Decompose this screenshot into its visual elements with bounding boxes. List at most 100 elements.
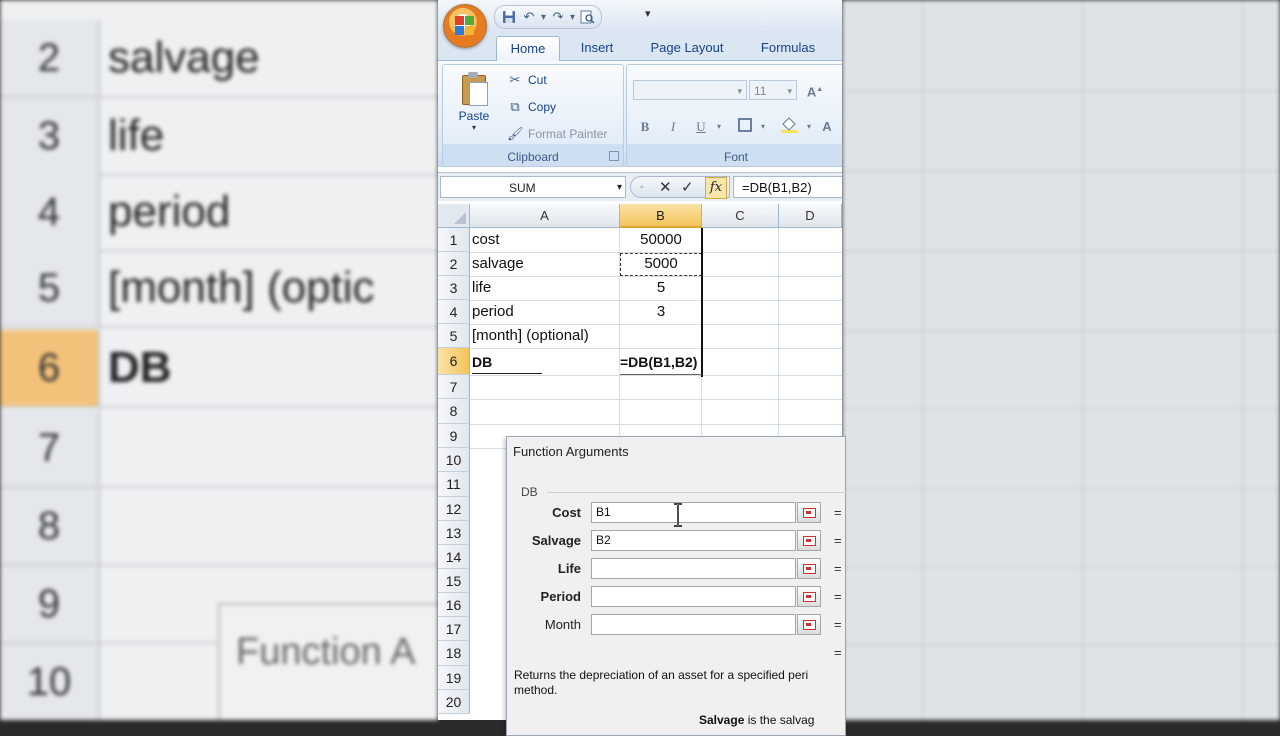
cell-a4[interactable]: period bbox=[472, 303, 514, 320]
bg-row: 4 period bbox=[0, 174, 438, 252]
clipboard-dialog-launcher-icon[interactable] bbox=[609, 151, 619, 161]
cut-button[interactable]: ✂ Cut bbox=[507, 71, 547, 89]
chevron-down-icon[interactable]: ▾ bbox=[617, 182, 622, 193]
month-input[interactable] bbox=[591, 614, 796, 635]
argument-help: Salvage is the salvag bbox=[699, 713, 815, 727]
collapse-dialog-icon[interactable] bbox=[797, 502, 821, 523]
cell-b3[interactable]: 5 bbox=[620, 279, 702, 296]
row-header-20[interactable]: 20 bbox=[438, 690, 470, 714]
column-header-a[interactable]: A bbox=[470, 204, 620, 228]
cost-input[interactable]: B1 bbox=[591, 502, 796, 523]
redo-icon[interactable]: ↷ bbox=[550, 9, 566, 25]
print-preview-icon[interactable] bbox=[579, 9, 595, 25]
tab-home[interactable]: Home bbox=[496, 36, 560, 61]
column-header-b[interactable]: B bbox=[620, 204, 702, 228]
row-header-18[interactable]: 18 bbox=[438, 641, 470, 666]
row-header-7[interactable]: 7 bbox=[438, 375, 470, 399]
cell-b6-active[interactable]: =DB(B1,B2) bbox=[620, 354, 697, 370]
font-color-icon[interactable]: A bbox=[817, 117, 837, 137]
title-bar: ↶ ▾ ↷ ▾ ▾ bbox=[438, 0, 842, 33]
tab-insert[interactable]: Insert bbox=[566, 36, 628, 60]
office-logo-icon bbox=[455, 16, 475, 36]
cell-a1[interactable]: cost bbox=[472, 231, 500, 248]
bold-button[interactable]: B bbox=[635, 117, 655, 137]
font-name-combo[interactable]: ▾ bbox=[633, 80, 747, 100]
bg-dialog: Function A bbox=[218, 603, 438, 720]
row-header-5[interactable]: 5 bbox=[438, 324, 470, 348]
row-header-19[interactable]: 19 bbox=[438, 666, 470, 690]
cell-a2[interactable]: salvage bbox=[472, 255, 524, 272]
row-header-11[interactable]: 11 bbox=[438, 472, 470, 497]
bg-row-selected: 6 DB bbox=[0, 330, 438, 408]
fill-color-icon[interactable] bbox=[779, 117, 799, 137]
text-cursor-icon bbox=[674, 503, 682, 527]
collapse-dialog-icon[interactable] bbox=[797, 586, 821, 607]
bg-row: 5 [month] (optic bbox=[0, 250, 438, 328]
row-header-4[interactable]: 4 bbox=[438, 300, 470, 324]
redo-dropdown-icon[interactable]: ▾ bbox=[570, 12, 575, 23]
borders-dropdown-icon[interactable]: ▾ bbox=[753, 117, 773, 137]
format-painter-button[interactable]: 🖌 Format Painter bbox=[507, 125, 607, 143]
font-group: ▾ 11 ▾ A▲ B I U ▾ ▾ ▾ A Font bbox=[626, 64, 842, 167]
customize-toolbar-icon[interactable]: ▾ bbox=[645, 7, 651, 20]
row-header-6[interactable]: 6 bbox=[438, 348, 470, 375]
cell-a3[interactable]: life bbox=[472, 279, 491, 296]
life-input[interactable] bbox=[591, 558, 796, 579]
cell-b1[interactable]: 50000 bbox=[620, 231, 702, 248]
row-header-9[interactable]: 9 bbox=[438, 424, 470, 448]
italic-button[interactable]: I bbox=[663, 117, 683, 137]
row-header-1[interactable]: 1 bbox=[438, 228, 470, 252]
enter-check-icon[interactable]: ✓ bbox=[681, 178, 694, 196]
underline-dropdown-icon[interactable]: ▾ bbox=[709, 117, 729, 137]
insert-function-icon[interactable]: fx bbox=[705, 177, 727, 199]
undo-dropdown-icon[interactable]: ▾ bbox=[541, 12, 546, 23]
scissors-icon: ✂ bbox=[509, 72, 521, 87]
grow-font-icon[interactable]: A▲ bbox=[805, 80, 825, 100]
fill-color-dropdown-icon[interactable]: ▾ bbox=[799, 117, 819, 137]
name-box[interactable]: SUM ▾ bbox=[440, 176, 626, 198]
range-border-b bbox=[701, 228, 703, 377]
office-button[interactable] bbox=[443, 4, 487, 48]
row-header-14[interactable]: 14 bbox=[438, 545, 470, 569]
row-header-13[interactable]: 13 bbox=[438, 521, 470, 545]
tab-formulas[interactable]: Formulas bbox=[750, 36, 826, 60]
formula-input[interactable]: =DB(B1,B2) bbox=[733, 176, 842, 198]
collapse-dialog-icon[interactable] bbox=[797, 614, 821, 635]
column-header-d[interactable]: D bbox=[779, 204, 842, 228]
cell-a6[interactable]: DB bbox=[472, 354, 492, 370]
select-all-button[interactable] bbox=[438, 204, 470, 228]
row-header-10[interactable]: 10 bbox=[438, 448, 470, 472]
cell-b4[interactable]: 3 bbox=[620, 303, 702, 320]
collapse-dialog-icon[interactable] bbox=[797, 530, 821, 551]
row-header-8[interactable]: 8 bbox=[438, 399, 470, 424]
row-header-16[interactable]: 16 bbox=[438, 593, 470, 617]
row-header-2[interactable]: 2 bbox=[438, 252, 470, 276]
formula-buttons: ◦ ✕ ✓ fx bbox=[630, 176, 730, 199]
arg-label-period: Period bbox=[540, 589, 581, 604]
undo-icon[interactable]: ↶ bbox=[521, 9, 537, 25]
arg-label-salvage: Salvage bbox=[531, 533, 581, 548]
ribbon-tabs: Home Insert Page Layout Formulas bbox=[438, 33, 842, 61]
row-header-12[interactable]: 12 bbox=[438, 497, 470, 521]
paste-button[interactable]: Paste ▾ bbox=[453, 71, 495, 132]
expand-handle-icon[interactable]: ◦ bbox=[640, 182, 644, 193]
tab-page-layout[interactable]: Page Layout bbox=[642, 36, 732, 60]
ribbon-home: Paste ▾ ✂ Cut ⧉ Copy 🖌 Format Painter Clipb… bbox=[438, 61, 842, 167]
borders-button[interactable] bbox=[735, 117, 755, 137]
row-header-3[interactable]: 3 bbox=[438, 276, 470, 300]
cancel-icon[interactable]: ✕ bbox=[659, 178, 672, 196]
copy-button[interactable]: ⧉ Copy bbox=[507, 98, 556, 116]
font-size-combo[interactable]: 11 ▾ bbox=[749, 80, 797, 100]
save-icon[interactable] bbox=[501, 9, 517, 25]
quick-access-toolbar: ↶ ▾ ↷ ▾ bbox=[494, 5, 603, 29]
period-input[interactable] bbox=[591, 586, 796, 607]
collapse-dialog-icon[interactable] bbox=[797, 558, 821, 579]
salvage-input[interactable]: B2 bbox=[591, 530, 796, 551]
column-header-c[interactable]: C bbox=[702, 204, 779, 228]
bg-row: 8 bbox=[0, 488, 438, 566]
underline-button[interactable]: U bbox=[691, 117, 711, 137]
cell-a5[interactable]: [month] (optional) bbox=[472, 327, 589, 344]
paste-icon bbox=[460, 71, 488, 106]
row-header-15[interactable]: 15 bbox=[438, 569, 470, 593]
row-header-17[interactable]: 17 bbox=[438, 617, 470, 641]
